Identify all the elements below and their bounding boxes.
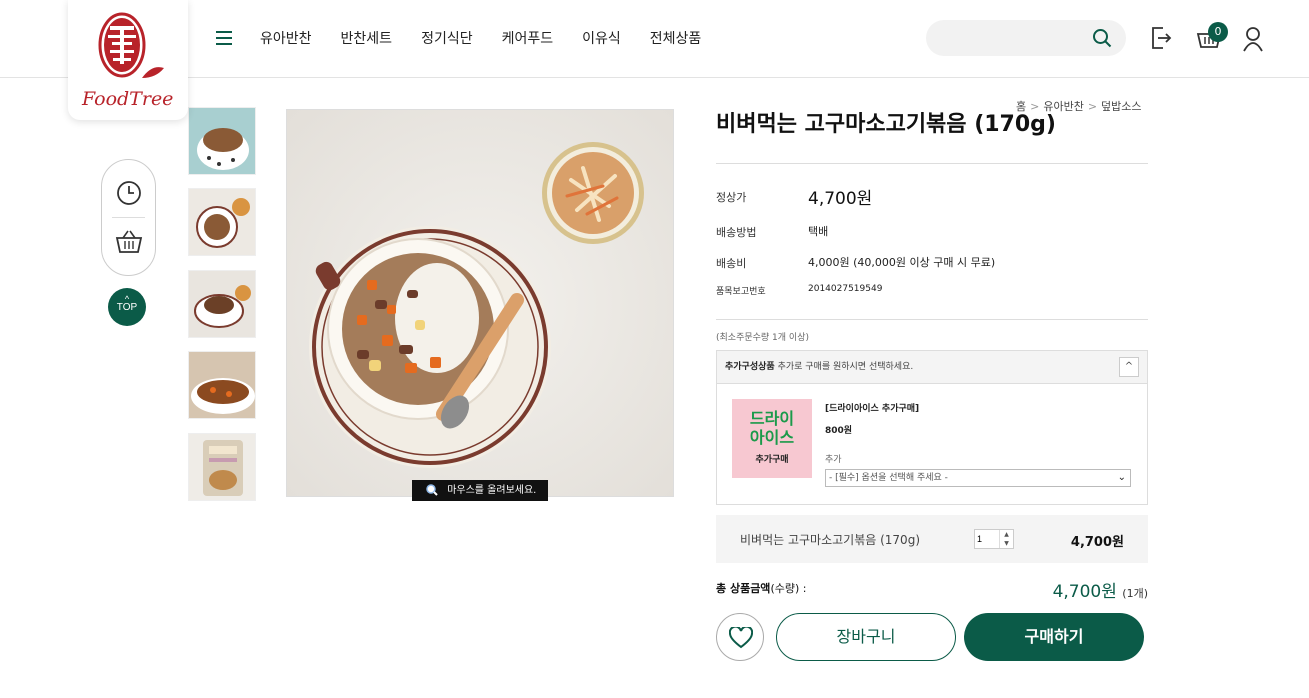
search-box — [926, 20, 1126, 56]
regular-price-value: 4,700원 — [808, 189, 873, 209]
item-report-number-label: 품목보고번호 — [716, 287, 766, 297]
search-input[interactable] — [940, 28, 1090, 48]
zoom-hint: 마우스를 올려보세요. — [412, 480, 548, 501]
quick-menu-divider — [112, 217, 145, 218]
magnifier-icon — [426, 484, 438, 496]
chevron-down-icon: ⌄ — [1117, 472, 1126, 483]
nav-item-side-dish-set[interactable]: 반찬세트 — [341, 28, 393, 48]
selected-price: 4,700원 — [1070, 535, 1124, 550]
thumbnail-image — [189, 434, 255, 500]
min-order-note: (최소주문수량 1개 이상) — [716, 333, 809, 343]
chevron-right-icon: > — [1087, 100, 1098, 113]
product-thumbnail-2[interactable] — [188, 188, 256, 256]
total-price: 4,700원 (1개) — [1052, 582, 1148, 602]
product-title: 비벼먹는 고구마소고기볶음 (170g) — [716, 112, 1056, 137]
cart-count-badge: 0 — [1208, 22, 1228, 42]
nav-item-care-food[interactable]: 케어푸드 — [502, 28, 554, 48]
svg-text:FoodTree: FoodTree — [81, 88, 173, 110]
divider — [716, 163, 1148, 164]
search-icon[interactable] — [1092, 28, 1112, 48]
nav-item-regular-meal[interactable]: 정기식단 — [421, 28, 473, 48]
breadcrumb-subcategory[interactable]: 덮밥소스 — [1101, 100, 1141, 113]
wishlist-button[interactable] — [716, 613, 764, 661]
product-photo — [287, 110, 673, 496]
addon-add-label: 추가 — [825, 455, 842, 465]
quantity-stepper: ▲ ▼ — [974, 529, 1014, 549]
addon-header: 추가구성상품 추가로 구매를 원하시면 선택하세요. ^ — [717, 351, 1147, 384]
thumbnail-image — [189, 271, 255, 337]
quantity-input[interactable] — [977, 532, 997, 546]
selected-option-row: 비벼먹는 고구마소고기볶음 (170g) ▲ ▼ 4,700원 — [716, 515, 1148, 563]
buy-now-button[interactable]: 구매하기 — [964, 613, 1144, 661]
addon-name: [드라이아이스 추가구매] — [825, 404, 920, 414]
logout-icon[interactable] — [1150, 26, 1172, 50]
user-icon[interactable] — [1242, 26, 1264, 52]
total-label: 총 상품금액(수량) : — [716, 582, 807, 595]
quantity-down-icon[interactable]: ▼ — [999, 539, 1013, 548]
product-main-image[interactable] — [286, 109, 674, 497]
addon-option-select[interactable]: - [필수] 옵션을 선택해 주세요 - ⌄ — [825, 469, 1131, 487]
thumbnail-image — [189, 352, 255, 418]
thumbnail-image — [189, 108, 255, 174]
divider — [716, 319, 1148, 320]
shipping-method-label: 배송방법 — [716, 226, 757, 239]
product-thumbnail-3[interactable] — [188, 270, 256, 338]
shipping-fee-label: 배송비 — [716, 257, 747, 270]
main-nav: 유아반찬 반찬세트 정기식단 케어푸드 이유식 전체상품 — [260, 28, 730, 48]
chevron-up-icon[interactable]: ^ — [1119, 357, 1139, 377]
quick-menu — [101, 159, 156, 276]
quantity-up-icon[interactable]: ▲ — [999, 530, 1013, 539]
scroll-top-button[interactable]: ^ TOP — [108, 288, 146, 326]
product-thumbnail-1[interactable] — [188, 107, 256, 175]
selected-product-name: 비벼먹는 고구마소고기볶음 (170g) — [740, 533, 920, 547]
item-report-number-value: 2014027519549 — [808, 284, 883, 294]
basket-icon[interactable] — [115, 228, 143, 254]
site-header: FoodTree 유아반찬 반찬세트 정기식단 케어푸드 이유식 전체상품 0 — [0, 0, 1309, 120]
regular-price-label: 정상가 — [716, 191, 747, 204]
product-thumbnail-4[interactable] — [188, 351, 256, 419]
shipping-method-value: 택배 — [808, 225, 829, 238]
heart-icon — [729, 627, 753, 649]
foodtree-logo-icon: FoodTree — [81, 12, 173, 110]
nav-item-all-products[interactable]: 전체상품 — [650, 28, 702, 48]
product-thumbnail-5[interactable] — [188, 433, 256, 501]
site-logo[interactable]: FoodTree — [68, 0, 188, 120]
addon-price: 800원 — [825, 426, 853, 436]
nav-item-baby-food[interactable]: 이유식 — [582, 28, 621, 48]
hamburger-menu-icon[interactable] — [214, 28, 234, 48]
shipping-fee-value: 4,000원 (40,000원 이상 구매 시 무료) — [808, 256, 996, 269]
nav-item-baby-side-dish[interactable]: 유아반찬 — [260, 28, 312, 48]
thumbnail-image — [189, 189, 255, 255]
add-to-cart-button[interactable]: 장바구니 — [776, 613, 956, 661]
addon-section: 추가구성상품 추가로 구매를 원하시면 선택하세요. ^ 드라이 아이스 추가구… — [716, 350, 1148, 505]
dry-ice-image: 드라이 아이스 추가구매 — [732, 399, 812, 478]
recent-view-clock-icon[interactable] — [116, 180, 142, 206]
